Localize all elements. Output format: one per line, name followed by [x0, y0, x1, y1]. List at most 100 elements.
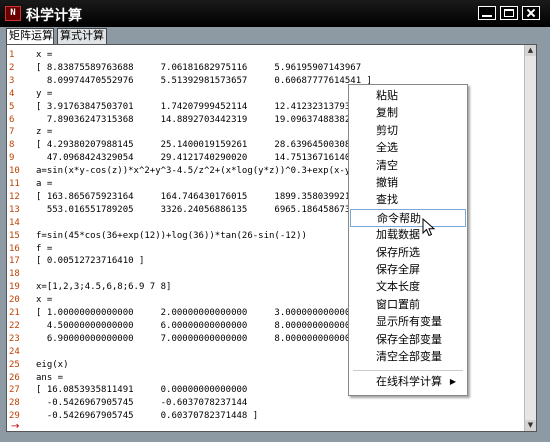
code-line: a=sin(x*y-cos(z))*x^2+y^3-4.5/z^2+(x*log… — [36, 166, 356, 177]
line-number: 15 — [9, 230, 20, 241]
title-bar[interactable]: N 科学计算 — [0, 0, 550, 27]
line-number: 27 — [9, 385, 20, 396]
menu-item-label: 保存全屏 — [376, 263, 420, 276]
menu-item-label: 显示所有变量 — [376, 315, 442, 329]
code-line: z = — [36, 127, 53, 138]
code-line: f=sin(45*cos(36+exp(12))+log(36))*tan(26… — [36, 230, 307, 241]
code-line: 47.0968424329054 29.4121740290020 14.751… — [36, 153, 372, 164]
line-number: 11 — [9, 179, 20, 189]
line-number: 29 — [9, 411, 20, 422]
line-number: 2 — [9, 62, 15, 73]
code-line: x=[1,2,3;4.5,6,8;6.9 7 8] — [36, 282, 172, 293]
menu-item-label: 窗口置前 — [376, 297, 420, 311]
menu-item-label: 保存全部变量 — [376, 332, 442, 346]
tab-matrix[interactable]: 矩阵运算 — [6, 28, 54, 45]
menu-item-label: 粘贴 — [376, 89, 398, 102]
code-line: eig(x) — [36, 359, 69, 370]
menu-item-label: 加载数据 — [376, 228, 420, 242]
menu-item[interactable]: 粘贴 — [350, 87, 466, 105]
code-line: a = — [36, 179, 53, 189]
code-line: 6.90000000000000 7.00000000000000 8.0000… — [36, 333, 372, 344]
line-number: 23 — [9, 333, 20, 344]
prompt-arrow-icon: → — [11, 421, 20, 432]
scroll-down-icon[interactable]: ▼ — [525, 420, 536, 431]
code-line: 7.89036247315368 14.8892703442319 19.096… — [36, 114, 372, 125]
menu-item[interactable]: 文本长度 — [350, 278, 466, 296]
maximize-button[interactable] — [500, 6, 518, 20]
line-number: 28 — [9, 398, 20, 409]
menu-item[interactable]: 撤销 — [350, 174, 466, 192]
app-window: N 科学计算 矩阵运算 算式计算 1 2 3 4 5 6 7 8 9 10 11 12 13 14 15 16… — [0, 0, 550, 442]
minimize-button[interactable] — [478, 6, 496, 20]
line-number: 24 — [9, 346, 20, 357]
menu-separator — [353, 370, 463, 372]
code-line: 8.09974470552976 5.51392981573657 0.6068… — [36, 75, 372, 86]
menu-item-label: 命令帮助 — [377, 211, 421, 225]
line-number: 14 — [9, 217, 20, 228]
line-number: 4 — [9, 88, 15, 99]
menu-item[interactable]: 查找 — [350, 191, 466, 209]
line-number: 18 — [9, 269, 20, 280]
menu-item[interactable]: 清空全部变量 — [350, 348, 466, 366]
line-number: 17 — [9, 256, 20, 267]
line-number: 20 — [9, 295, 20, 306]
menu-item[interactable]: 复制 — [350, 104, 466, 122]
code-line: [ 4.29380207988145 25.1400019159261 28.6… — [36, 140, 362, 151]
menu-item-label: 在线科学计算 — [376, 375, 442, 389]
vertical-scrollbar[interactable]: ▲ ▼ — [524, 45, 536, 431]
line-number: 22 — [9, 320, 20, 331]
line-number: 8 — [9, 140, 15, 151]
line-number: 16 — [9, 243, 20, 254]
line-number: 5 — [9, 101, 15, 112]
submenu-arrow-icon: ▶ — [449, 377, 456, 387]
scroll-up-icon[interactable]: ▲ — [525, 45, 536, 56]
line-number: 12 — [9, 191, 20, 202]
code-line: [ 1.00000000000000 2.00000000000000 3.00… — [36, 308, 362, 318]
menu-item-label: 保存所选 — [376, 245, 420, 259]
code-line: x = — [36, 295, 53, 306]
code-line: [ 8.83875589763688 7.06181682975116 5.96… — [36, 62, 362, 73]
line-number: 10 — [9, 166, 20, 177]
code-line: y = — [36, 88, 53, 99]
menu-item[interactable]: 全选 — [350, 139, 466, 157]
menu-item-label: 清空全部变量 — [376, 350, 442, 363]
menu-item-label: 文本长度 — [376, 280, 420, 294]
mouse-pointer-icon — [422, 218, 436, 237]
menu-item[interactable]: 窗口置前 — [350, 296, 466, 314]
menu-item-label: 清空 — [376, 158, 398, 172]
code-line: [ 3.91763847503701 1.74207999452114 12.4… — [36, 101, 362, 112]
code-line: [ 0.00512723716410 ] — [36, 256, 145, 267]
line-number: 13 — [9, 204, 20, 215]
menu-item-label: 查找 — [376, 193, 398, 207]
menu-item[interactable]: 保存全部变量 — [350, 331, 466, 349]
menu-item[interactable]: 剪切 — [350, 122, 466, 140]
app-icon[interactable]: N — [5, 6, 21, 21]
menu-item[interactable]: 在线科学计算 ▶ — [350, 373, 466, 391]
code-line: [ 163.865675923164 164.746430176015 1899… — [36, 191, 362, 202]
code-line: -0.5426967905745 -0.6037078237144 — [36, 398, 248, 409]
line-number: 9 — [9, 153, 15, 164]
menu-item-label: 撤销 — [376, 176, 398, 189]
line-number: 19 — [9, 282, 20, 293]
menu-item[interactable]: 保存所选 — [350, 244, 466, 262]
menu-item[interactable]: 加载数据 — [350, 226, 466, 244]
line-number-gutter: 1 2 3 4 5 6 7 8 9 10 11 12 13 14 15 16 17 18 19 20 21 22 23 24 2… — [7, 45, 31, 431]
line-number: 7 — [9, 127, 15, 138]
window-title: 科学计算 — [26, 8, 82, 24]
menu-item[interactable]: 清空 — [350, 157, 466, 175]
close-button[interactable] — [522, 6, 540, 20]
line-number: 1 — [9, 50, 15, 60]
code-line: -0.5426967905745 0.60370782371448 ] — [36, 411, 259, 422]
code-line: 553.016551789205 3326.24056886135 6965.1… — [36, 204, 372, 215]
line-number: 6 — [9, 114, 15, 125]
context-menu: 粘贴复制 剪切全选清空撤销查找命令帮助加载数据保存所选保存全屏文本长度窗口置前显示… — [348, 84, 468, 396]
menu-item-label: 全选 — [376, 141, 398, 155]
menu-item-label: 剪切 — [376, 123, 398, 137]
menu-item[interactable]: 命令帮助 — [350, 208, 466, 227]
menu-item[interactable]: 显示所有变量 — [350, 313, 466, 331]
tab-expression[interactable]: 算式计算 — [57, 28, 107, 44]
line-number: 25 — [9, 359, 20, 370]
menu-item[interactable]: 保存全屏 — [350, 261, 466, 279]
code-line: ans = — [36, 372, 64, 383]
line-number: 21 — [9, 308, 20, 318]
